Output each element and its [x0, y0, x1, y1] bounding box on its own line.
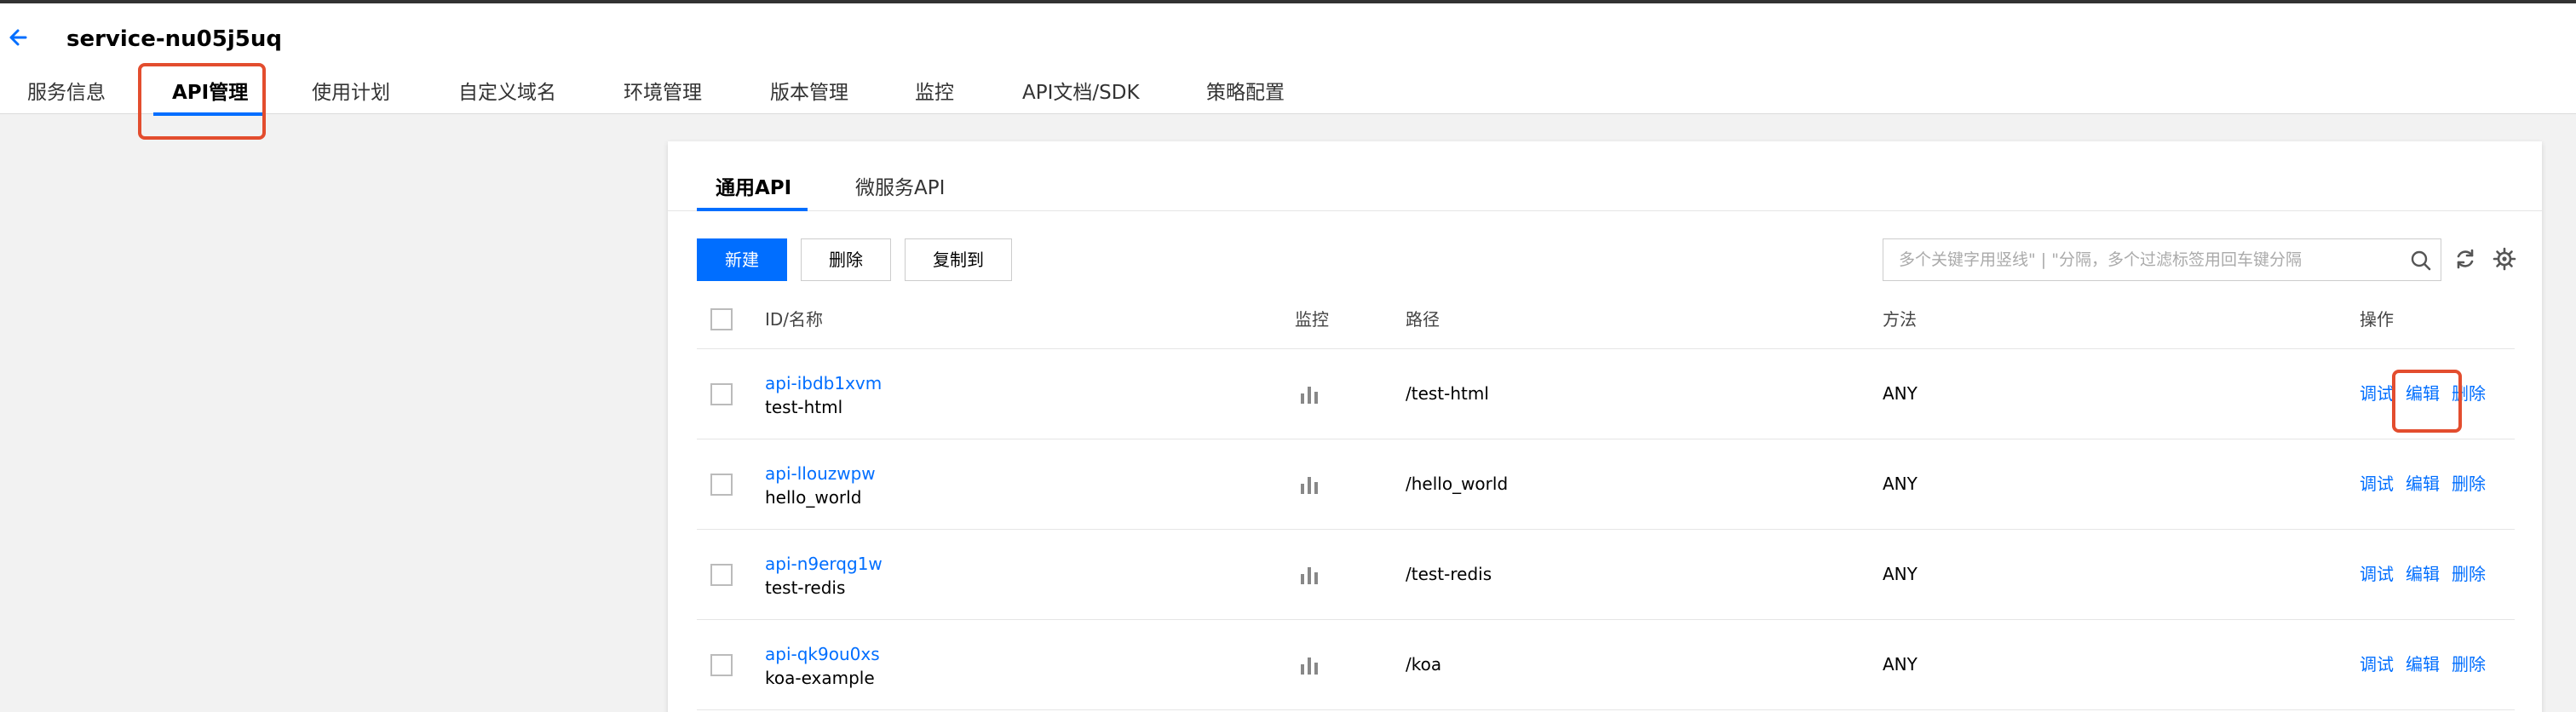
active-subtab-indicator	[697, 208, 808, 211]
search-box	[1883, 238, 2441, 281]
bar-chart-icon[interactable]	[1298, 564, 1320, 586]
tab-version[interactable]: 版本管理	[770, 78, 848, 107]
search-input[interactable]	[1883, 239, 2395, 280]
api-method: ANY	[1883, 564, 1918, 584]
column-header-path: 路径	[1406, 309, 1440, 330]
tab-usage-plan[interactable]: 使用计划	[312, 78, 390, 107]
table-row: api-n9erqg1w test-redis /test-redis ANY …	[697, 530, 2515, 620]
edit-link[interactable]: 编辑	[2406, 382, 2440, 405]
bar-chart-icon[interactable]	[1298, 383, 1320, 405]
copy-to-button[interactable]: 复制到	[905, 238, 1012, 281]
api-name: test-redis	[765, 577, 846, 598]
new-api-button[interactable]: 新建	[697, 238, 787, 281]
delete-api-button[interactable]: 删除	[801, 238, 891, 281]
tab-monitor[interactable]: 监控	[915, 78, 954, 107]
tab-microservice-api[interactable]: 微服务API	[855, 174, 945, 203]
tab-api-management[interactable]: API管理	[172, 78, 248, 107]
bar-chart-icon[interactable]	[1298, 654, 1320, 676]
row-checkbox[interactable]	[710, 564, 733, 586]
api-method: ANY	[1883, 383, 1918, 404]
delete-link[interactable]: 删除	[2452, 472, 2486, 496]
api-id-link[interactable]: api-qk9ou0xs	[765, 642, 880, 666]
row-checkbox[interactable]	[710, 474, 733, 496]
search-icon[interactable]	[2410, 250, 2432, 272]
api-path: /test-html	[1406, 383, 1489, 404]
debug-link[interactable]: 调试	[2360, 472, 2394, 496]
table-row: api-ibdb1xvm test-html /test-html ANY 调试…	[697, 349, 2515, 439]
tab-service-info[interactable]: 服务信息	[27, 78, 106, 107]
table-row: api-llouzwpw hello_world /hello_world AN…	[697, 439, 2515, 530]
refresh-icon[interactable]	[2452, 245, 2479, 273]
column-header-actions: 操作	[2360, 309, 2394, 330]
column-header-monitor: 监控	[1295, 309, 1329, 330]
bar-chart-icon[interactable]	[1298, 474, 1320, 496]
table-row: api-qk9ou0xs koa-example /koa ANY 调试 编辑 …	[697, 620, 2515, 710]
api-id-link[interactable]: api-ibdb1xvm	[765, 371, 882, 395]
api-method: ANY	[1883, 654, 1918, 675]
tab-api-docs-sdk[interactable]: API文档/SDK	[1022, 78, 1140, 107]
delete-link[interactable]: 删除	[2452, 562, 2486, 586]
debug-link[interactable]: 调试	[2360, 652, 2394, 676]
api-method: ANY	[1883, 474, 1918, 494]
tab-general-api[interactable]: 通用API	[716, 174, 791, 203]
api-path: /hello_world	[1406, 474, 1509, 494]
page-header: service-nu05j5uq 服务信息 API管理 使用计划 自定义域名 环…	[0, 3, 2576, 116]
api-name: koa-example	[765, 668, 875, 688]
api-id-link[interactable]: api-llouzwpw	[765, 462, 876, 485]
gear-icon[interactable]	[2491, 245, 2518, 273]
api-panel: 通用API 微服务API 新建 删除 复制到 多个关键字用竖线" | "分隔，多…	[668, 141, 2542, 712]
delete-link[interactable]: 删除	[2452, 652, 2486, 676]
edit-link[interactable]: 编辑	[2406, 652, 2440, 676]
tab-custom-domain[interactable]: 自定义域名	[458, 78, 556, 107]
tab-environment[interactable]: 环境管理	[624, 78, 702, 107]
back-arrow-icon[interactable]	[3, 22, 34, 53]
api-name: test-html	[765, 397, 843, 417]
column-header-method: 方法	[1883, 309, 1917, 330]
column-header-id-name: ID/名称	[765, 309, 824, 330]
tab-policy-config[interactable]: 策略配置	[1206, 78, 1285, 107]
api-type-tabs: 通用API 微服务API	[668, 141, 2542, 211]
api-path: /test-redis	[1406, 564, 1492, 584]
edit-link[interactable]: 编辑	[2406, 472, 2440, 496]
row-checkbox[interactable]	[710, 654, 733, 676]
edit-link[interactable]: 编辑	[2406, 562, 2440, 586]
row-checkbox[interactable]	[710, 383, 733, 405]
api-id-link[interactable]: api-n9erqg1w	[765, 552, 883, 576]
debug-link[interactable]: 调试	[2360, 562, 2394, 586]
active-tab-indicator	[153, 112, 264, 116]
select-all-checkbox[interactable]	[710, 308, 733, 330]
debug-link[interactable]: 调试	[2360, 382, 2394, 405]
page-title: service-nu05j5uq	[66, 26, 282, 52]
api-name: hello_world	[765, 487, 862, 508]
table-header: ID/名称 监控 路径 方法 操作	[697, 290, 2515, 349]
api-path: /koa	[1406, 654, 1442, 675]
delete-link[interactable]: 删除	[2452, 382, 2486, 405]
